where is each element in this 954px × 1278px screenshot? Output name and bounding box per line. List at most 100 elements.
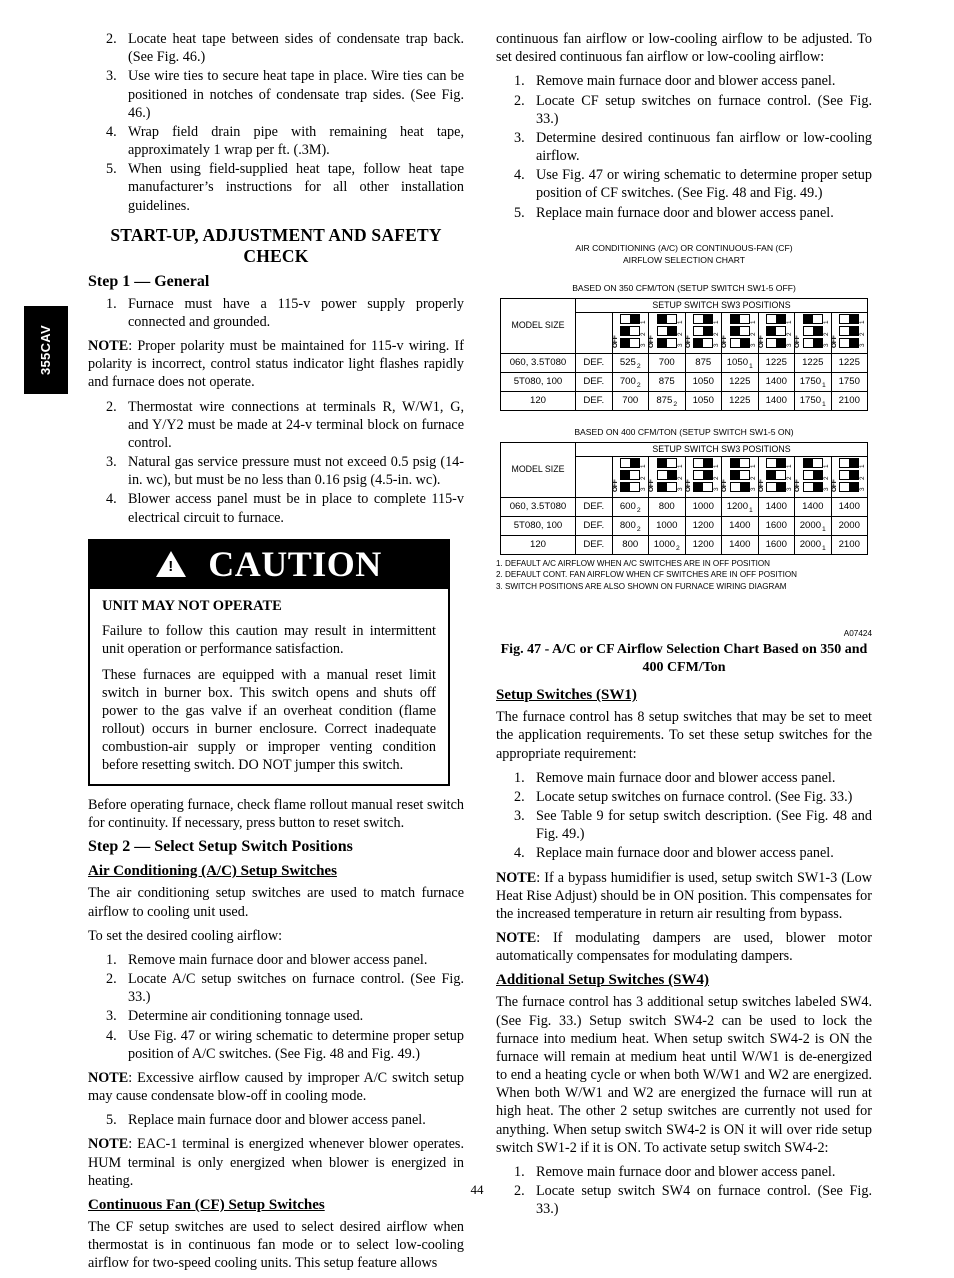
dip-row (766, 337, 787, 348)
note-label: NOTE (88, 1136, 129, 1153)
warning-triangle-icon (156, 550, 187, 577)
airflow-value: 10002 (648, 534, 686, 555)
dip-row (656, 325, 677, 336)
note-bypass-humidifier: NOTE: If a bypass humidifier is used, se… (496, 869, 872, 924)
caution-word: CAUTION (208, 543, 382, 584)
dip-rows (620, 457, 641, 492)
footnote-marker: 2 (636, 526, 641, 534)
list-marker: 5. (106, 161, 117, 178)
list-marker: 4. (514, 167, 525, 184)
dip-position-number: 1 (786, 320, 794, 325)
dip-row (656, 469, 677, 480)
dip-row (693, 313, 714, 324)
footnote-marker: 1 (749, 507, 753, 515)
switch-cell: OFF 1 2 3 (648, 455, 686, 498)
model-size-value: 5T080, 100 (500, 371, 576, 392)
dip-row (729, 313, 750, 324)
airflow-value: 700 (648, 352, 686, 373)
dip-off-label: OFF (830, 335, 838, 348)
list-marker: 1. (106, 951, 117, 968)
cf-continued-text: continuous fan airflow or low-cooling ai… (496, 31, 872, 66)
dip-switch-icon: OFF 1 2 3 (685, 457, 721, 493)
right-column: continuous fan airflow or low-cooling ai… (496, 30, 872, 1225)
list-item-text: Thermostat wire connections at terminals… (128, 398, 464, 451)
dip-switch-icon: OFF 1 2 3 (684, 313, 721, 349)
dip-row (729, 325, 750, 336)
dip-position-numbers: 1 2 3 (822, 458, 830, 492)
airflow-value: 1000 (684, 496, 722, 517)
dip-position-number: 3 (749, 343, 757, 347)
after-caution-text: Before operating furnace, check flame ro… (88, 797, 464, 832)
dip-position-number: 2 (822, 476, 830, 480)
footnote-marker: 2 (673, 401, 678, 409)
dip-position-number: 2 (676, 332, 684, 336)
airflow-value: 1600 (757, 515, 795, 536)
note-excessive-airflow: NOTE: Excessive airflow caused by improp… (88, 1069, 464, 1105)
note-text: : If a bypass humidifier is used, setup … (496, 869, 872, 922)
list-item: 1. Remove main furnace door and blower ac… (496, 769, 872, 787)
list-item-text: See Table 9 for setup switch description… (536, 808, 872, 843)
sw1-heading: Setup Switches (SW1) (496, 687, 637, 704)
dip-off-label: OFF (721, 479, 729, 492)
list-item-text: When using field-supplied heat tape, fol… (128, 161, 464, 214)
airflow-value: 10501 (721, 352, 759, 373)
list-item-text: Use Fig. 47 or wiring schematic to deter… (128, 1027, 464, 1062)
airflow-value: DEF. (575, 352, 613, 373)
ac-steps-list: 1. Remove main furnace door and blower ac… (88, 951, 464, 1063)
model-size-value: 060, 3.5T080 (500, 352, 576, 373)
dip-row (620, 313, 641, 324)
dip-position-numbers: 1 2 3 (859, 314, 866, 348)
airflow-value: 12001 (721, 496, 759, 517)
table-row: 5T080, 100 DEF. 8002 1000 1200 1400 1600… (500, 515, 868, 536)
dip-position-number: 1 (749, 464, 757, 469)
airflow-value: 1225 (794, 352, 832, 373)
dip-row (656, 313, 677, 324)
airflow-value: 1225 (757, 352, 795, 373)
dip-row (620, 469, 641, 480)
dip-rows (766, 457, 787, 492)
list-item-text: Locate setup switches on furnace control… (536, 788, 853, 805)
list-marker: 2. (106, 398, 117, 415)
airflow-value: 1050 (684, 371, 722, 392)
note-text: : If modulating dampers are used, blower… (496, 930, 872, 965)
airflow-value: 17501 (794, 390, 832, 411)
airflow-value: 1400 (794, 496, 832, 517)
dip-row (839, 481, 860, 492)
dip-position-number: 2 (859, 476, 867, 480)
list-item: 1. Furnace must have a 115-v power supply… (88, 295, 464, 331)
chart-title-line-2: AIRFLOW SELECTION CHART (622, 255, 746, 266)
dip-row (839, 457, 860, 468)
dip-row (839, 325, 860, 336)
table-row: 060, 3.5T080 DEF. 5252 700 875 10501 122… (500, 352, 868, 373)
list-item: 5. Replace main furnace door and blower a… (88, 1111, 464, 1129)
note-polarity: NOTE: Proper polarity must be maintained… (88, 337, 464, 392)
dip-off-label: OFF (721, 335, 729, 348)
airflow-value: 17501 (794, 371, 832, 392)
list-item: 1. Remove main furnace door and blower ac… (496, 1163, 872, 1181)
switch-cell: OFF 1 2 3 (794, 311, 832, 354)
airflow-value: 1400 (757, 390, 795, 411)
airflow-value: 700 (611, 390, 649, 411)
note-modulating-dampers: NOTE: If modulating dampers are used, bl… (496, 929, 872, 965)
list-item-text: Natural gas service pressure must not ex… (128, 454, 464, 489)
dip-switch-icon: OFF 1 2 3 (758, 313, 794, 349)
sw1-intro-text: The furnace control has 8 setup switches… (496, 709, 872, 762)
footnote-marker: 1 (822, 382, 826, 390)
dip-row (802, 481, 823, 492)
list-item: 4. Replace main furnace door and blower a… (496, 844, 872, 862)
chart-subtitle-350: BASED ON 350 CFM/TON (SETUP SWITCH SW1-5… (572, 282, 796, 293)
dip-row (839, 337, 860, 348)
dip-position-number: 1 (786, 464, 794, 469)
switch-cell: OFF 1 2 3 (611, 455, 649, 498)
dip-row (656, 481, 677, 492)
airflow-selection-chart-figure: AIR CONDITIONING (A/C) OR CONTINUOUS-FAN… (496, 242, 872, 677)
dip-off-label: OFF (684, 335, 692, 348)
dip-row (802, 457, 823, 468)
section-tab-label: 355CAV (38, 325, 53, 375)
airflow-value: 875 (648, 371, 686, 392)
airflow-value: 800 (611, 534, 649, 555)
dip-row (656, 337, 677, 348)
dip-switch-icon: OFF 1 2 3 (794, 457, 830, 493)
dip-position-number: 1 (822, 320, 830, 325)
chart-footnote: 2. DEFAULT CONT. FAN AIRFLOW WHEN CF SWI… (496, 570, 797, 580)
